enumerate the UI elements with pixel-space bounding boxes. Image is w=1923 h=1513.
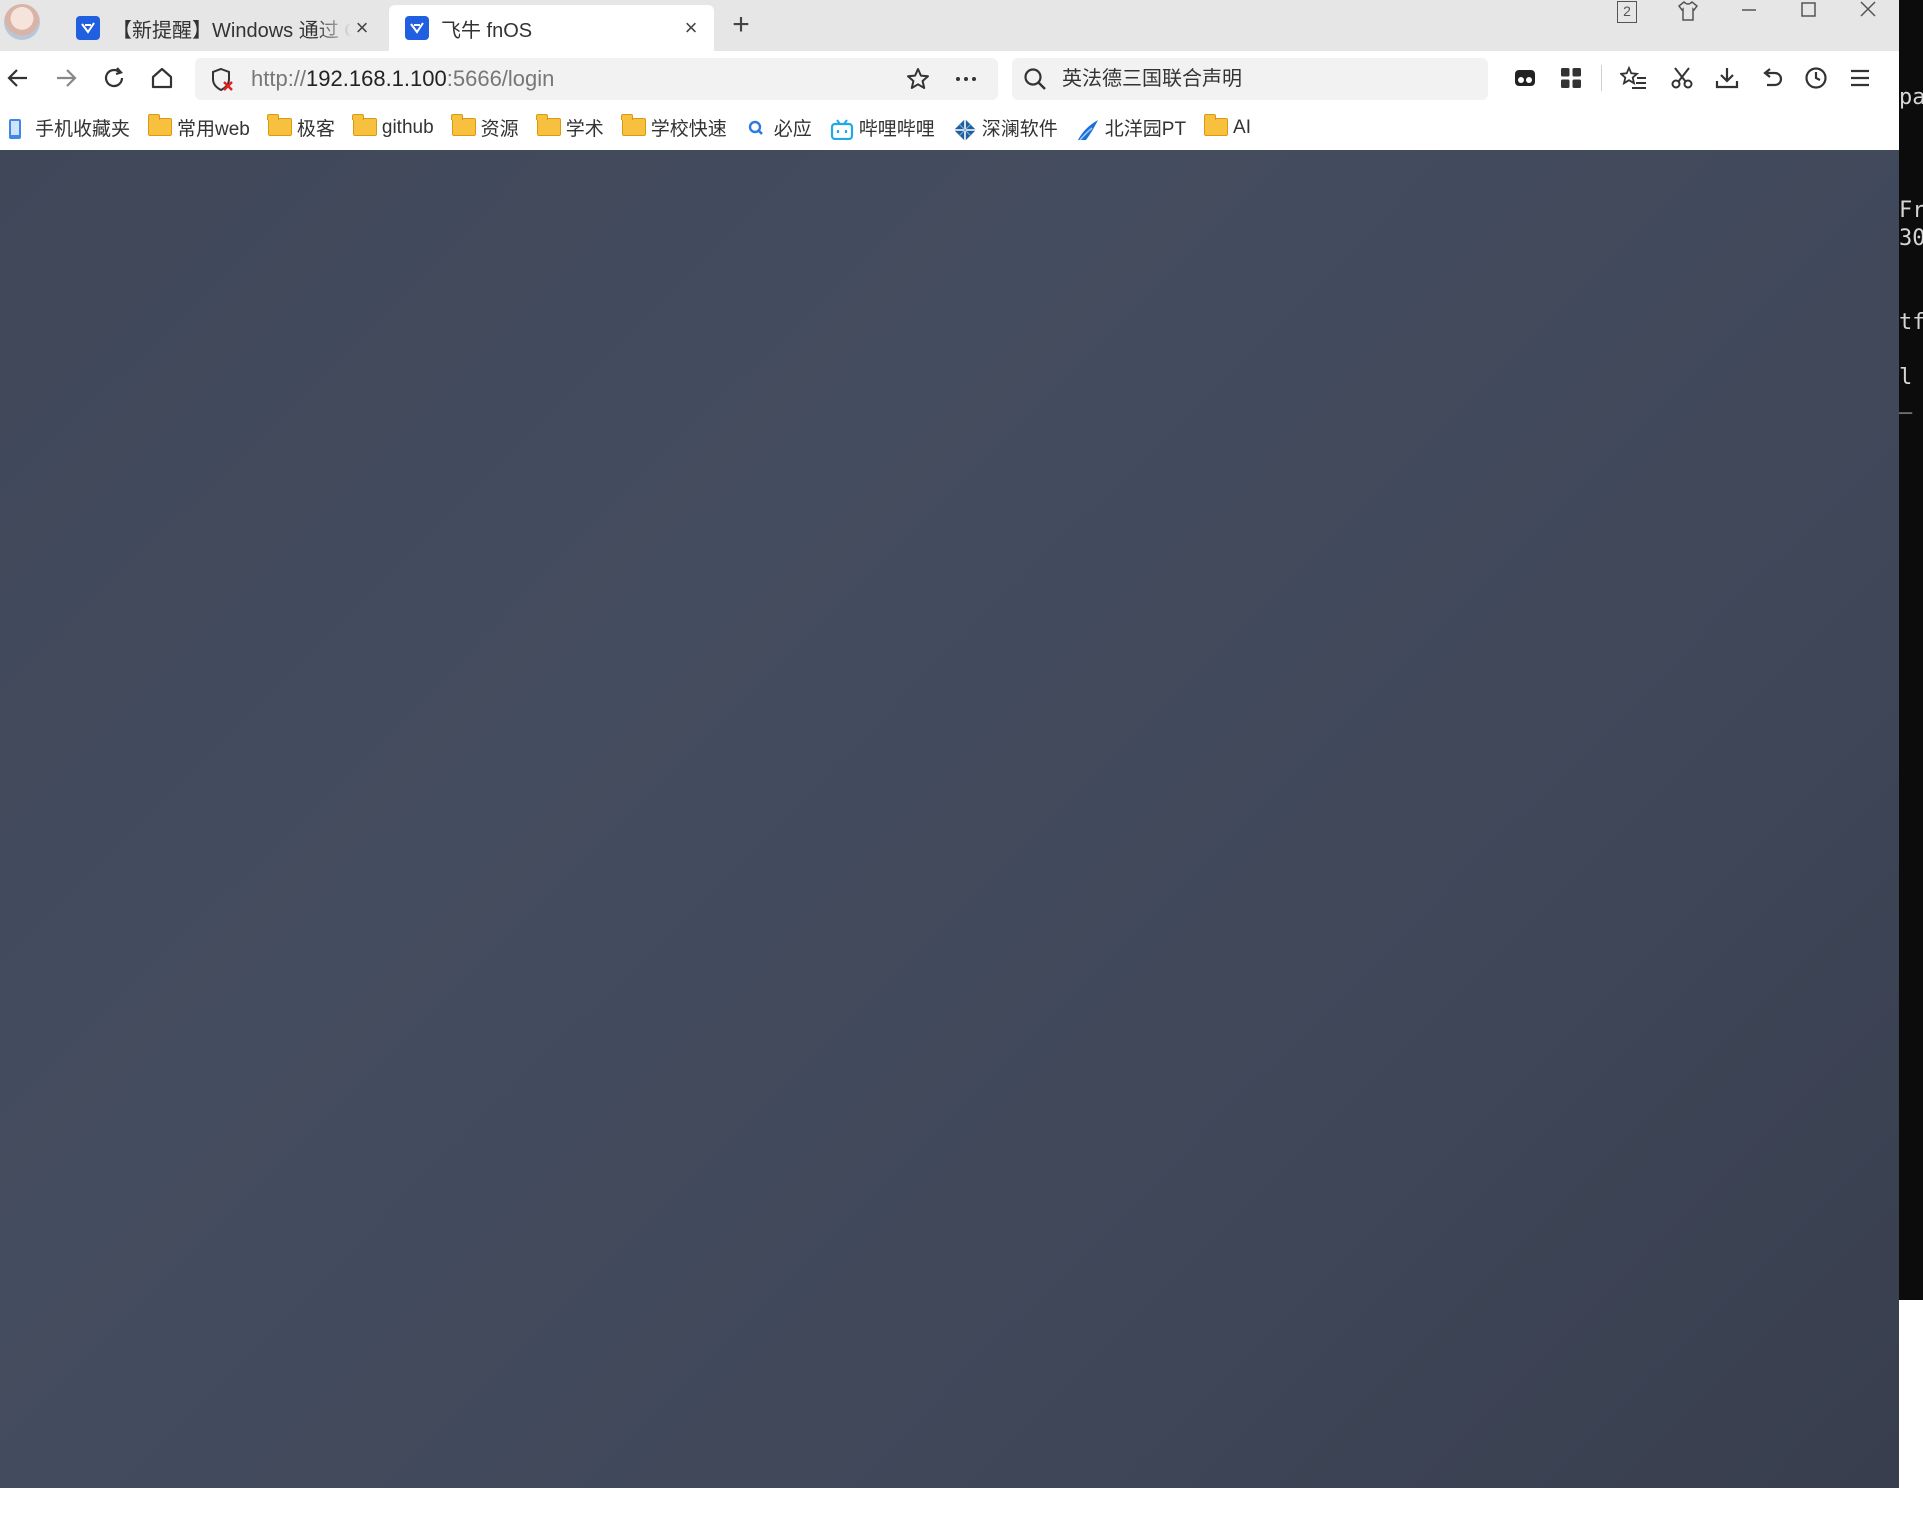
terminal-line: pa <box>1899 85 1923 110</box>
minimize-button[interactable] <box>1727 0 1771 24</box>
fnos-logo-icon <box>76 16 100 40</box>
undo-close-tab-icon[interactable] <box>1756 62 1788 94</box>
url-text: http://192.168.1.100:5666/login <box>251 58 554 100</box>
tab-fnos[interactable]: 飞牛 fnOS × <box>389 5 714 51</box>
bookmark-label: 哔哩哔哩 <box>858 119 935 140</box>
tab-count-button[interactable]: 2 <box>1605 0 1649 24</box>
tab-windows-notice[interactable]: 【新提醒】Windows 通过 Cl × <box>60 5 385 51</box>
bookmark-mobile[interactable]: 手机收藏夹 <box>6 114 130 141</box>
folder-icon <box>267 113 292 138</box>
bookmark-folder-academic[interactable]: 学术 <box>536 113 604 141</box>
search-query-text: 英法德三国联合声明 <box>1062 68 1242 90</box>
bookmarks-bar: 手机收藏夹 常用web 极客 github 资源 学术 学校快速 必应 哔哩哔哩… <box>0 105 1899 150</box>
mobile-bookmark-icon <box>6 118 30 139</box>
bookmark-bilibili[interactable]: 哔哩哔哩 <box>830 114 935 141</box>
folder-icon <box>1203 113 1229 138</box>
download-icon[interactable] <box>1711 62 1743 94</box>
terminal-line: Fr <box>1899 198 1923 223</box>
srun-icon <box>953 118 977 141</box>
bookmark-label: 极客 <box>296 119 335 140</box>
bookmark-pt[interactable]: 北洋园PT <box>1076 114 1186 141</box>
maximize-button[interactable] <box>1786 0 1830 24</box>
forward-button[interactable] <box>50 62 82 94</box>
bookmark-label: 学校快速 <box>650 119 727 140</box>
bookmark-label: 资源 <box>480 119 519 140</box>
skin-shirt-icon[interactable] <box>1666 0 1710 24</box>
tab-title: 飞牛 fnOS <box>441 19 533 42</box>
screenshot-scissors-icon[interactable] <box>1666 62 1698 94</box>
tab-title: 【新提醒】Windows 通过 Cl <box>112 19 351 42</box>
navigation-toolbar: http://192.168.1.100:5666/login 英法德三国联合声… <box>0 51 1899 105</box>
terminal-line: 30 <box>1899 226 1923 251</box>
page-content-area[interactable] <box>0 150 1899 1488</box>
bookmark-folder-github[interactable]: github <box>352 113 434 139</box>
tab-strip: 【新提醒】Windows 通过 Cl × 飞牛 fnOS × + 2 <box>0 0 1899 51</box>
bookmark-folder-geek[interactable]: 极客 <box>267 113 335 141</box>
close-tab-icon[interactable]: × <box>351 17 373 39</box>
bookmark-label: 深澜软件 <box>981 119 1058 140</box>
close-window-button[interactable] <box>1846 0 1890 24</box>
folder-icon <box>451 113 476 138</box>
main-menu-icon[interactable] <box>1844 62 1876 94</box>
tab-count-badge: 2 <box>1617 1 1637 23</box>
url-scheme: http:// <box>251 66 307 91</box>
bilibili-icon <box>830 118 854 140</box>
browser-window: 【新提醒】Windows 通过 Cl × 飞牛 fnOS × + 2 http:… <box>0 0 1899 1488</box>
bookmark-star-icon[interactable] <box>903 64 933 94</box>
bing-search-icon <box>745 118 769 138</box>
desktop-strip <box>0 1488 1923 1513</box>
pt-icon <box>1076 118 1100 140</box>
insecure-shield-icon[interactable] <box>209 67 235 93</box>
bookmark-label: 常用web <box>177 119 250 140</box>
terminal-line: tf <box>1899 310 1923 335</box>
url-host: 192.168.1.100 <box>306 66 447 91</box>
more-options-icon[interactable] <box>951 64 981 94</box>
fnos-logo-icon <box>405 16 429 40</box>
search-input[interactable]: 英法德三国联合声明 <box>1012 58 1488 100</box>
bookmark-label: 必应 <box>773 119 812 140</box>
terminal-window: pa Fr 30 tf l _ <box>1899 0 1923 1300</box>
toolbar-divider <box>1601 65 1602 91</box>
reload-button[interactable] <box>98 62 130 94</box>
bookmark-bing[interactable]: 必应 <box>745 114 812 141</box>
bookmark-folder-resources[interactable]: 资源 <box>451 113 519 141</box>
home-button[interactable] <box>146 62 178 94</box>
back-button[interactable] <box>2 62 34 94</box>
bookmark-srun[interactable]: 深澜软件 <box>953 114 1058 141</box>
bookmark-label: 北洋园PT <box>1104 119 1187 140</box>
bookmark-folder-ai[interactable]: AI <box>1203 113 1251 139</box>
folder-icon <box>352 113 377 138</box>
bookmark-folder-school[interactable]: 学校快速 <box>621 113 727 141</box>
bookmark-label: AI <box>1233 116 1251 138</box>
terminal-line: _ <box>1899 389 1913 414</box>
favorites-list-icon[interactable] <box>1618 62 1650 94</box>
bookmark-label: 手机收藏夹 <box>35 119 131 140</box>
bookmark-label: github <box>381 116 434 138</box>
search-icon <box>1022 66 1048 92</box>
apps-grid-icon[interactable] <box>1555 62 1587 94</box>
bookmark-folder-web[interactable]: 常用web <box>147 113 250 141</box>
close-tab-icon[interactable]: × <box>680 17 702 39</box>
url-path: :5666/login <box>446 66 555 91</box>
new-tab-button[interactable]: + <box>726 10 756 40</box>
folder-icon <box>147 113 173 138</box>
folder-icon <box>536 113 561 138</box>
folder-icon <box>621 113 646 138</box>
profile-avatar[interactable] <box>4 4 40 40</box>
address-bar[interactable]: http://192.168.1.100:5666/login <box>195 58 998 100</box>
reading-mode-icon[interactable] <box>1509 62 1541 94</box>
bookmark-label: 学术 <box>565 119 604 140</box>
history-clock-icon[interactable] <box>1800 62 1832 94</box>
